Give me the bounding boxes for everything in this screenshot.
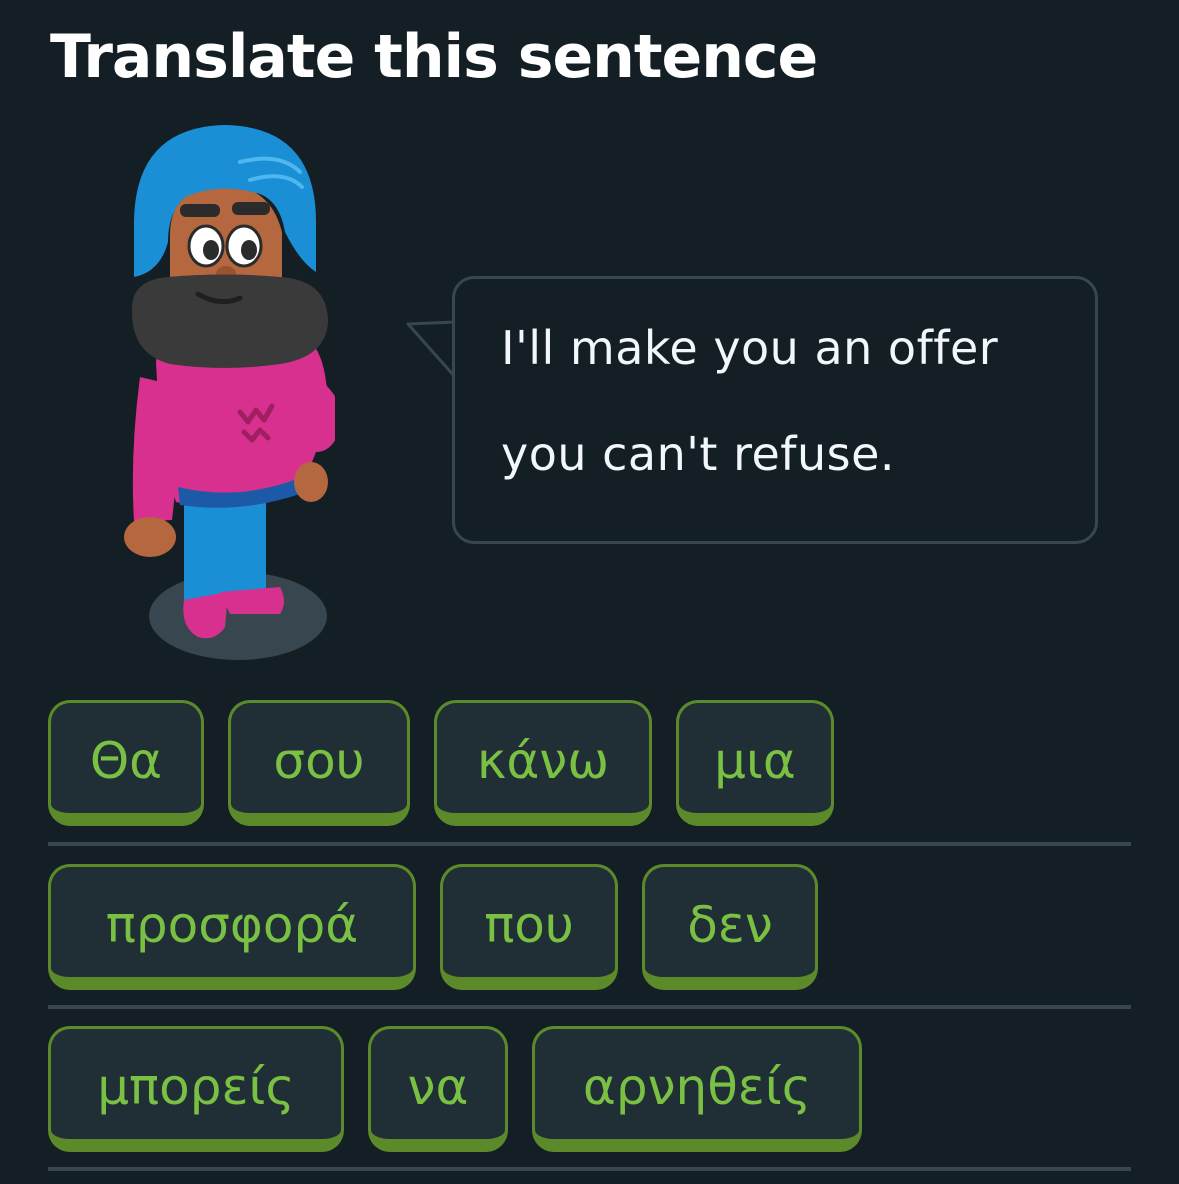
character-illustration	[124, 125, 335, 660]
word-tile[interactable]: προσφορά	[48, 864, 416, 990]
word-tile[interactable]: που	[440, 864, 618, 990]
page-title: Translate this sentence	[50, 22, 818, 92]
prompt-line-2: you can't refuse.	[501, 427, 896, 481]
answer-line-1	[48, 842, 1131, 846]
word-tile[interactable]: αρνηθείς	[532, 1026, 862, 1152]
word-tile[interactable]: σου	[228, 700, 410, 826]
word-tile[interactable]: μπορείς	[48, 1026, 344, 1152]
speech-bubble: I'll make you an offer you can't refuse.	[452, 276, 1098, 544]
word-bank-row-2: προσφορά που δεν	[48, 864, 818, 990]
prompt-line-1: I'll make you an offer	[501, 321, 999, 375]
word-tile[interactable]: Θα	[48, 700, 204, 826]
answer-line-3	[48, 1167, 1131, 1171]
word-bank-row-3: μπορείς να αρνηθείς	[48, 1026, 862, 1152]
word-tile[interactable]: κάνω	[434, 700, 652, 826]
word-tile[interactable]: να	[368, 1026, 508, 1152]
word-tile[interactable]: δεν	[642, 864, 818, 990]
answer-line-2	[48, 1005, 1131, 1009]
word-bank-row-1: Θα σου κάνω μια	[48, 700, 834, 826]
word-tile[interactable]: μια	[676, 700, 834, 826]
